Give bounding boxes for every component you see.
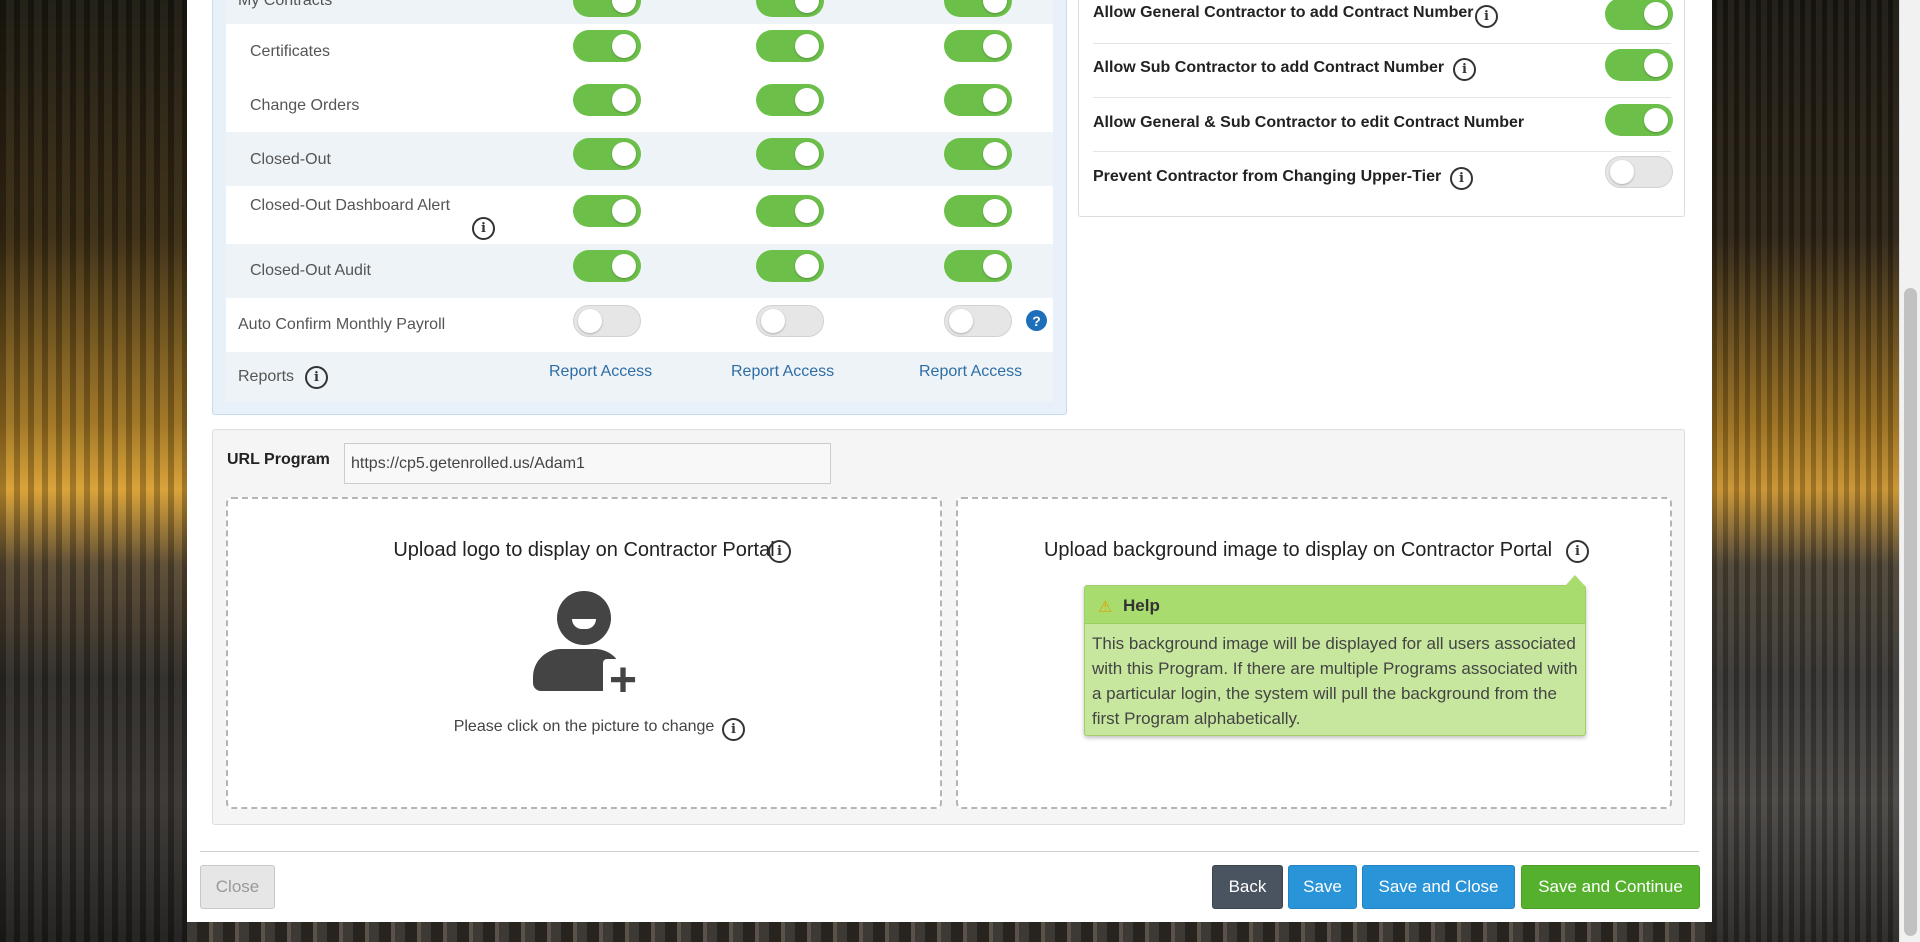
toggle-switch[interactable] — [756, 0, 824, 17]
table-row: Certificates — [226, 24, 1053, 78]
footer-divider — [200, 851, 1699, 852]
toggle-switch[interactable] — [944, 195, 1012, 227]
toggle-switch[interactable] — [1605, 156, 1673, 188]
toggle-switch[interactable] — [573, 138, 641, 170]
toggle-switch[interactable] — [944, 30, 1012, 62]
scrollbar-thumb[interactable] — [1904, 288, 1917, 936]
toggle-switch[interactable] — [944, 250, 1012, 282]
toggle-switch[interactable] — [573, 195, 641, 227]
background-image-right — [1712, 0, 1900, 942]
toggle-switch[interactable] — [573, 305, 641, 337]
row-label: Closed-Out Dashboard Alert — [250, 197, 451, 214]
toggle-switch[interactable] — [573, 250, 641, 282]
toggle-switch[interactable] — [756, 305, 824, 337]
row-label: My Contracts — [238, 0, 333, 9]
toggle-switch[interactable] — [1605, 104, 1673, 136]
row-label: Reports — [238, 368, 295, 385]
info-icon[interactable]: i — [722, 718, 745, 741]
logo-upload-title: Upload logo to display on Contractor Por… — [393, 539, 775, 561]
page-scrollbar[interactable] — [1899, 0, 1920, 942]
setting-label: Allow General & Sub Contractor to edit C… — [1093, 114, 1525, 131]
table-row: Change Orders — [226, 78, 1053, 132]
permissions-panel: My Contracts Certificates Change Orders — [212, 0, 1067, 415]
question-icon[interactable]: ? — [1026, 310, 1047, 331]
toggle-switch[interactable] — [756, 30, 824, 62]
toggle-switch[interactable] — [944, 0, 1012, 17]
info-icon[interactable]: i — [1450, 167, 1473, 190]
setting-label: Allow Sub Contractor to add Contract Num… — [1093, 59, 1445, 76]
toggle-switch[interactable] — [944, 84, 1012, 116]
url-program-input[interactable] — [344, 443, 831, 484]
info-icon[interactable]: i — [768, 540, 791, 563]
setting-row: Allow Sub Contractor to add Contract Num… — [1093, 44, 1673, 98]
report-access-link[interactable]: Report Access — [549, 363, 652, 381]
table-row: Reports i Report Access Report Access Re… — [226, 352, 1053, 402]
row-label: Closed-Out Audit — [250, 262, 371, 279]
setting-label: Prevent Contractor from Changing Upper-T… — [1093, 168, 1442, 185]
tooltip-body: This background image will be displayed … — [1092, 634, 1578, 728]
row-label: Auto Confirm Monthly Payroll — [238, 316, 446, 333]
help-tooltip: ⚠ Help This background image will be dis… — [1084, 575, 1586, 736]
report-access-link[interactable]: Report Access — [919, 363, 1022, 381]
background-upload-title: Upload background image to display on Co… — [1043, 539, 1553, 561]
toggle-switch[interactable] — [1605, 0, 1673, 30]
setting-row: Allow General & Sub Contractor to edit C… — [1093, 98, 1673, 152]
setting-label: Allow General Contractor to add Contract… — [1093, 4, 1474, 21]
warning-icon: ⚠ — [1098, 599, 1113, 616]
toggle-switch[interactable] — [1605, 49, 1673, 81]
toggle-switch[interactable] — [756, 195, 824, 227]
info-icon[interactable]: i — [305, 366, 328, 389]
tooltip-title: Help — [1123, 596, 1160, 615]
save-and-continue-button[interactable]: Save and Continue — [1521, 865, 1700, 909]
table-row: Closed-Out — [226, 132, 1053, 186]
user-add-icon[interactable]: + — [533, 591, 643, 705]
save-button[interactable]: Save — [1288, 865, 1357, 909]
row-label: Change Orders — [250, 97, 360, 114]
logo-upload-caption: Please click on the picture to change — [453, 718, 715, 735]
toggle-switch[interactable] — [756, 250, 824, 282]
back-button[interactable]: Back — [1212, 865, 1283, 909]
background-image-left — [0, 0, 187, 942]
table-row: My Contracts — [226, 0, 1053, 24]
setting-row: Prevent Contractor from Changing Upper-T… — [1093, 152, 1673, 206]
toggle-switch[interactable] — [756, 84, 824, 116]
info-icon[interactable]: i — [472, 217, 495, 240]
url-program-label: URL Program — [227, 451, 330, 468]
close-button[interactable]: Close — [200, 865, 275, 909]
info-icon[interactable]: i — [1453, 58, 1476, 81]
save-and-close-button[interactable]: Save and Close — [1362, 865, 1515, 909]
table-row: Auto Confirm Monthly Payroll ? — [226, 298, 1053, 352]
info-icon[interactable]: i — [1566, 540, 1589, 563]
toggle-switch[interactable] — [573, 30, 641, 62]
toggle-switch[interactable] — [573, 84, 641, 116]
logo-upload-dropzone[interactable]: Upload logo to display on Contractor Por… — [226, 497, 942, 809]
toggle-switch[interactable] — [944, 138, 1012, 170]
background-image-bottom — [187, 922, 1712, 942]
info-icon[interactable]: i — [1475, 5, 1498, 28]
report-access-link[interactable]: Report Access — [731, 363, 834, 381]
toggle-switch[interactable] — [573, 0, 641, 17]
background-upload-dropzone[interactable]: Upload background image to display on Co… — [956, 497, 1672, 809]
program-settings-modal: My Contracts Certificates Change Orders — [187, 0, 1712, 922]
row-label: Closed-Out — [250, 151, 331, 168]
toggle-switch[interactable] — [756, 138, 824, 170]
portal-branding-section: URL Program Upload logo to display on Co… — [212, 429, 1685, 825]
table-row: Closed-Out Dashboard Alert i — [226, 186, 1053, 244]
toggle-switch[interactable] — [944, 305, 1012, 337]
contract-number-settings-panel: Allow General Contractor to add Contract… — [1078, 0, 1685, 217]
row-label: Certificates — [250, 43, 331, 60]
setting-row: Allow General Contractor to add Contract… — [1093, 0, 1673, 44]
table-row: Closed-Out Audit — [226, 244, 1053, 298]
